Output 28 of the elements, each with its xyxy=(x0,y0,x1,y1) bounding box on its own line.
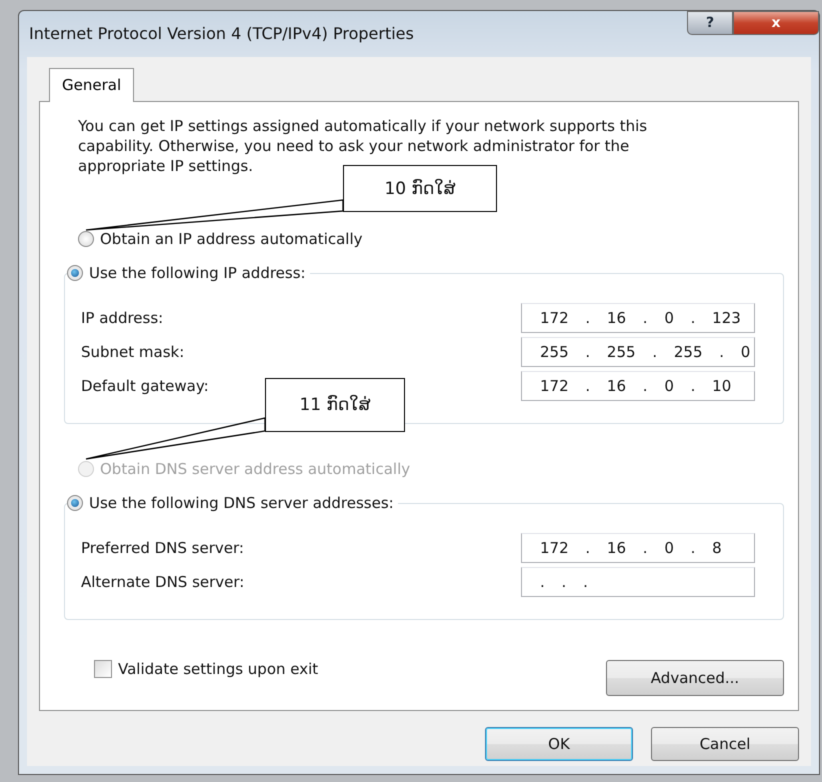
field-label: Subnet mask: xyxy=(81,343,184,361)
callout-label: 10 ກົດໃສ່ xyxy=(343,165,497,212)
help-button[interactable]: ? xyxy=(687,11,733,35)
advanced-button[interactable]: Advanced... xyxy=(606,660,784,696)
ip-address-field[interactable]: 172 . 16 . 0 . 123 xyxy=(521,303,755,333)
radio-label: Obtain an IP address automatically xyxy=(100,230,363,248)
ip-address-field[interactable]: 172 . 16 . 0 . 10 xyxy=(521,371,755,401)
ip-address-field[interactable]: 255 . 255 . 255 . 0 xyxy=(521,337,755,367)
window-title: Internet Protocol Version 4 (TCP/IPv4) Properties xyxy=(29,24,414,42)
radio-label: Use the following IP address: xyxy=(89,264,306,282)
radio-button[interactable] xyxy=(67,495,83,511)
checkbox-label: Validate settings upon exit xyxy=(118,660,318,678)
ip-address-field[interactable]: 172 . 16 . 0 . 8 xyxy=(521,533,755,563)
radio-button[interactable] xyxy=(67,265,83,281)
close-button[interactable]: x xyxy=(733,11,819,35)
field-label: Preferred DNS server: xyxy=(81,539,244,557)
cancel-button[interactable]: Cancel xyxy=(651,727,799,761)
radio-button[interactable] xyxy=(78,231,94,247)
field-label: Alternate DNS server: xyxy=(81,573,244,591)
field-label: IP address: xyxy=(81,309,164,327)
callout-label: 11 ກົດໃສ່ xyxy=(265,378,405,432)
field-label: Default gateway: xyxy=(81,377,209,395)
ok-button[interactable]: OK xyxy=(485,727,633,761)
tab[interactable]: General xyxy=(49,68,134,102)
radio-label: Obtain DNS server address automatically xyxy=(100,460,410,478)
ip-address-field[interactable]: . . . xyxy=(521,567,755,597)
radio-label: Use the following DNS server addresses: xyxy=(89,494,394,512)
checkbox[interactable] xyxy=(94,660,112,678)
